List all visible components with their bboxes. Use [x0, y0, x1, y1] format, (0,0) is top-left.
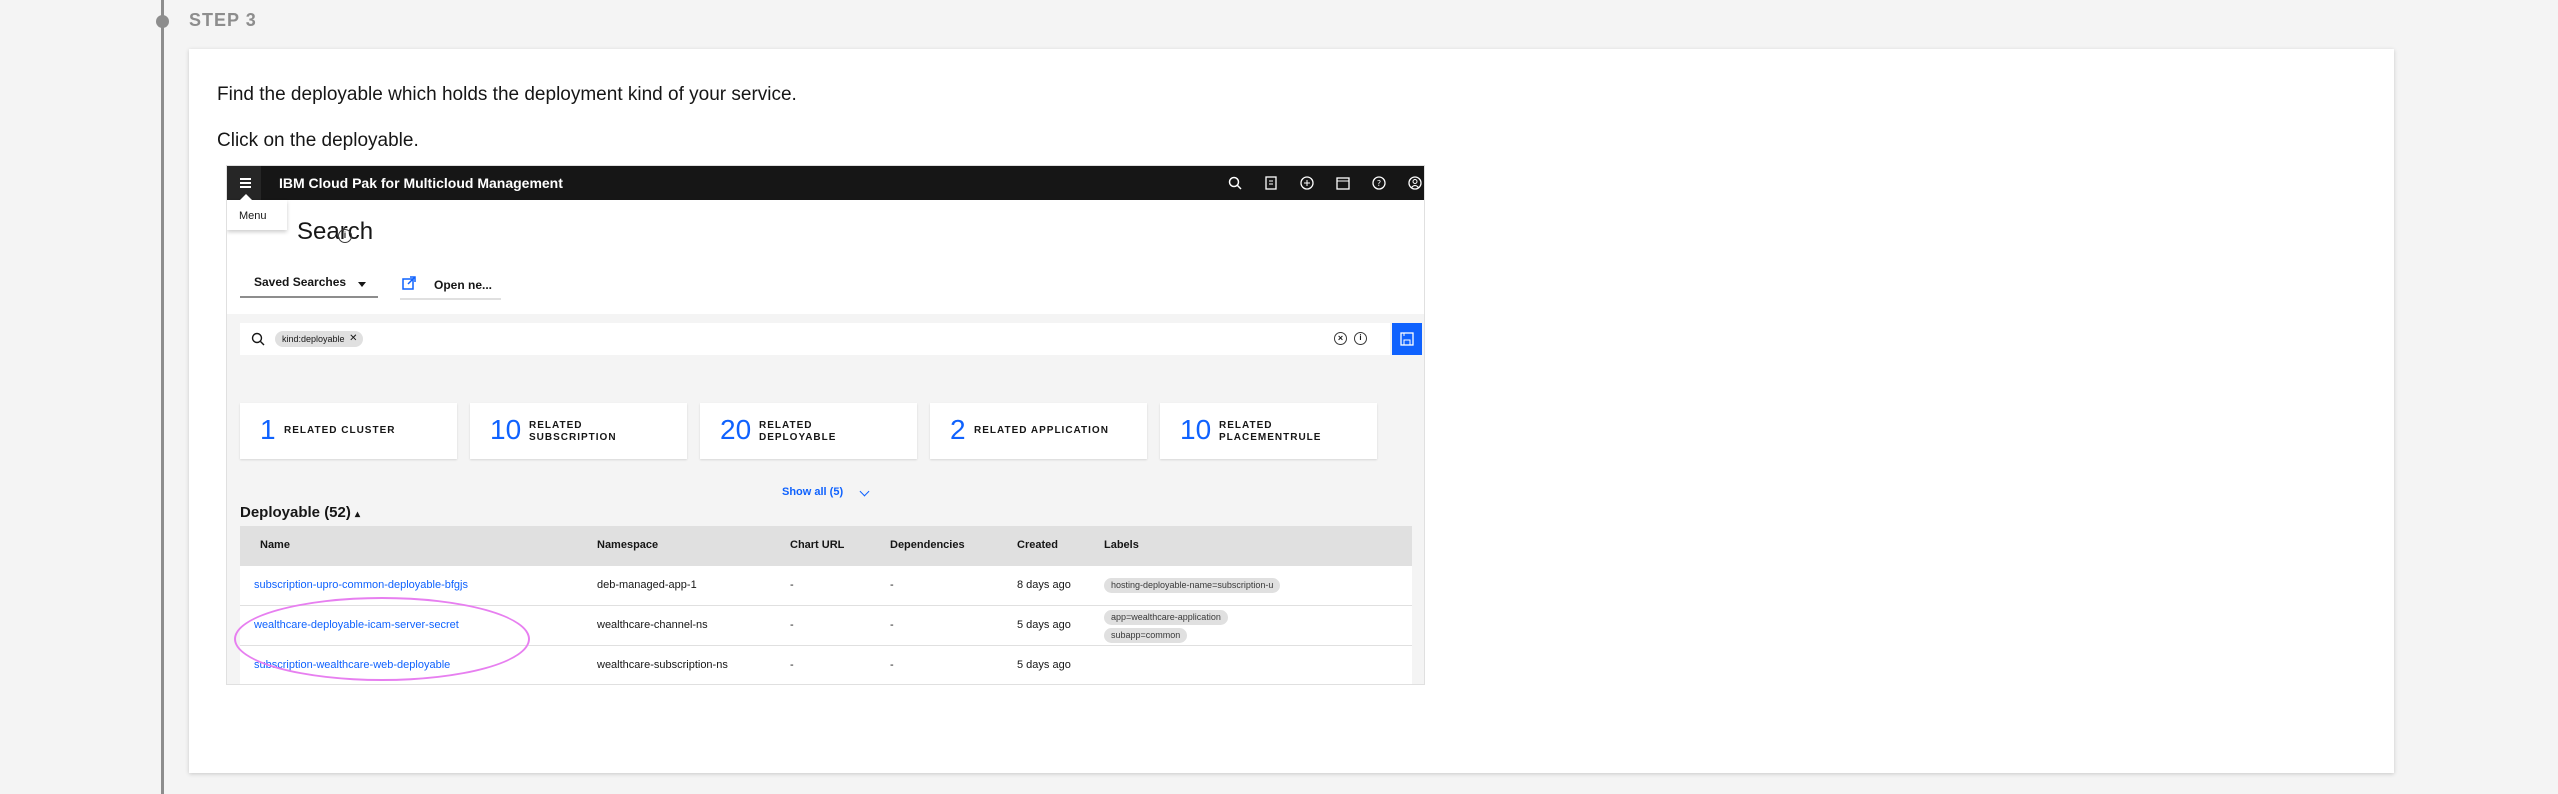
related-subscription-tile[interactable]: 10 RELATED SUBSCRIPTION: [470, 403, 687, 459]
clear-icon[interactable]: ×: [1334, 332, 1347, 345]
tile-count: 10: [490, 414, 522, 445]
table-header: Name Namespace Chart URL Dependencies Cr…: [240, 526, 1412, 566]
svg-text:?: ?: [1377, 179, 1381, 188]
tile-label: RELATED CLUSTER: [284, 425, 396, 436]
column-header[interactable]: Labels: [1104, 539, 1139, 551]
save-icon: [1400, 332, 1414, 346]
chart-url-cell: -: [790, 659, 794, 671]
show-all-link[interactable]: Show all (5): [782, 486, 843, 498]
label-tag: app=wealthcare-application: [1104, 610, 1228, 625]
namespace-cell: wealthcare-channel-ns: [597, 619, 708, 631]
filter-chip[interactable]: kind:deployable ✕: [275, 331, 363, 347]
step-label: STEP 3: [189, 10, 257, 30]
created-cell: 5 days ago: [1017, 659, 1071, 671]
app-header: IBM Cloud Pak for Multicloud Management …: [227, 166, 1424, 200]
created-cell: 5 days ago: [1017, 619, 1071, 631]
open-new-label: Open ne...: [434, 278, 493, 292]
label-tag: hosting-deployable-name=subscription-u: [1104, 578, 1281, 593]
add-icon[interactable]: [1299, 175, 1315, 191]
tile-label: RELATED APPLICATION: [974, 425, 1109, 436]
search-input[interactable]: kind:deployable ✕ × i: [240, 323, 1390, 355]
column-header[interactable]: Chart URL: [790, 539, 844, 551]
search-icon[interactable]: [1227, 175, 1243, 191]
deployable-link[interactable]: subscription-upro-common-deployable-bfgj…: [254, 579, 468, 591]
help-icon[interactable]: ?: [1371, 175, 1387, 191]
section-title[interactable]: Deployable (52) ▴: [240, 504, 360, 521]
label-tag: subapp=common: [1104, 628, 1188, 643]
document-icon[interactable]: [1263, 175, 1279, 191]
tile-count: 10: [1180, 414, 1212, 445]
related-application-tile[interactable]: 2 RELATED APPLICATION: [930, 403, 1147, 459]
timeline-line: [161, 0, 164, 794]
menu-tooltip: Menu: [227, 194, 287, 230]
tile-label: RELATED SUBSCRIPTION: [529, 420, 617, 443]
filter-chip-label: kind:deployable: [282, 334, 345, 344]
tile-count: 20: [720, 414, 752, 445]
info-icon[interactable]: i: [1354, 332, 1367, 345]
tile-count: 1: [260, 414, 276, 445]
close-icon[interactable]: ✕: [349, 331, 357, 347]
namespace-cell: wealthcare-subscription-ns: [597, 659, 728, 671]
chevron-down-icon[interactable]: [859, 486, 870, 497]
column-header[interactable]: Created: [1017, 539, 1058, 551]
chart-url-cell: -: [790, 579, 794, 591]
embedded-screenshot: IBM Cloud Pak for Multicloud Management …: [226, 165, 1425, 685]
chart-url-cell: -: [790, 619, 794, 631]
instruction-text: Click on the deployable.: [217, 130, 419, 151]
app-title: IBM Cloud Pak for Multicloud Management: [279, 175, 563, 191]
tile-count: 2: [950, 414, 966, 445]
launch-icon: [402, 276, 416, 290]
user-icon[interactable]: [1407, 175, 1423, 191]
search-icon: [251, 332, 265, 346]
related-deployable-tile[interactable]: 20 RELATED DEPLOYABLE: [700, 403, 917, 459]
page-header: Search i Saved Searches Open ne...: [227, 200, 1424, 314]
tile-label: RELATED PLACEMENTRULE: [1219, 420, 1322, 443]
column-header[interactable]: Dependencies: [890, 539, 965, 551]
dependencies-cell: -: [890, 659, 894, 671]
dependencies-cell: -: [890, 579, 894, 591]
instruction-text: Find the deployable which holds the depl…: [217, 84, 797, 105]
column-header[interactable]: Namespace: [597, 539, 658, 551]
save-search-button[interactable]: [1392, 323, 1422, 355]
column-header[interactable]: Name: [260, 539, 290, 551]
saved-searches-dropdown[interactable]: Saved Searches: [240, 266, 378, 298]
page-title: Search: [297, 218, 374, 245]
calendar-icon[interactable]: [1335, 175, 1351, 191]
info-icon[interactable]: i: [338, 229, 352, 243]
tile-label: RELATED DEPLOYABLE: [759, 420, 837, 443]
highlight-circle: [234, 597, 530, 681]
namespace-cell: deb-managed-app-1: [597, 579, 697, 591]
dependencies-cell: -: [890, 619, 894, 631]
created-cell: 8 days ago: [1017, 579, 1071, 591]
related-cluster-tile[interactable]: 1 RELATED CLUSTER: [240, 403, 457, 459]
related-placementrule-tile[interactable]: 10 RELATED PLACEMENTRULE: [1160, 403, 1377, 459]
timeline-dot: [156, 15, 169, 28]
step-card: Find the deployable which holds the depl…: [189, 49, 2394, 773]
